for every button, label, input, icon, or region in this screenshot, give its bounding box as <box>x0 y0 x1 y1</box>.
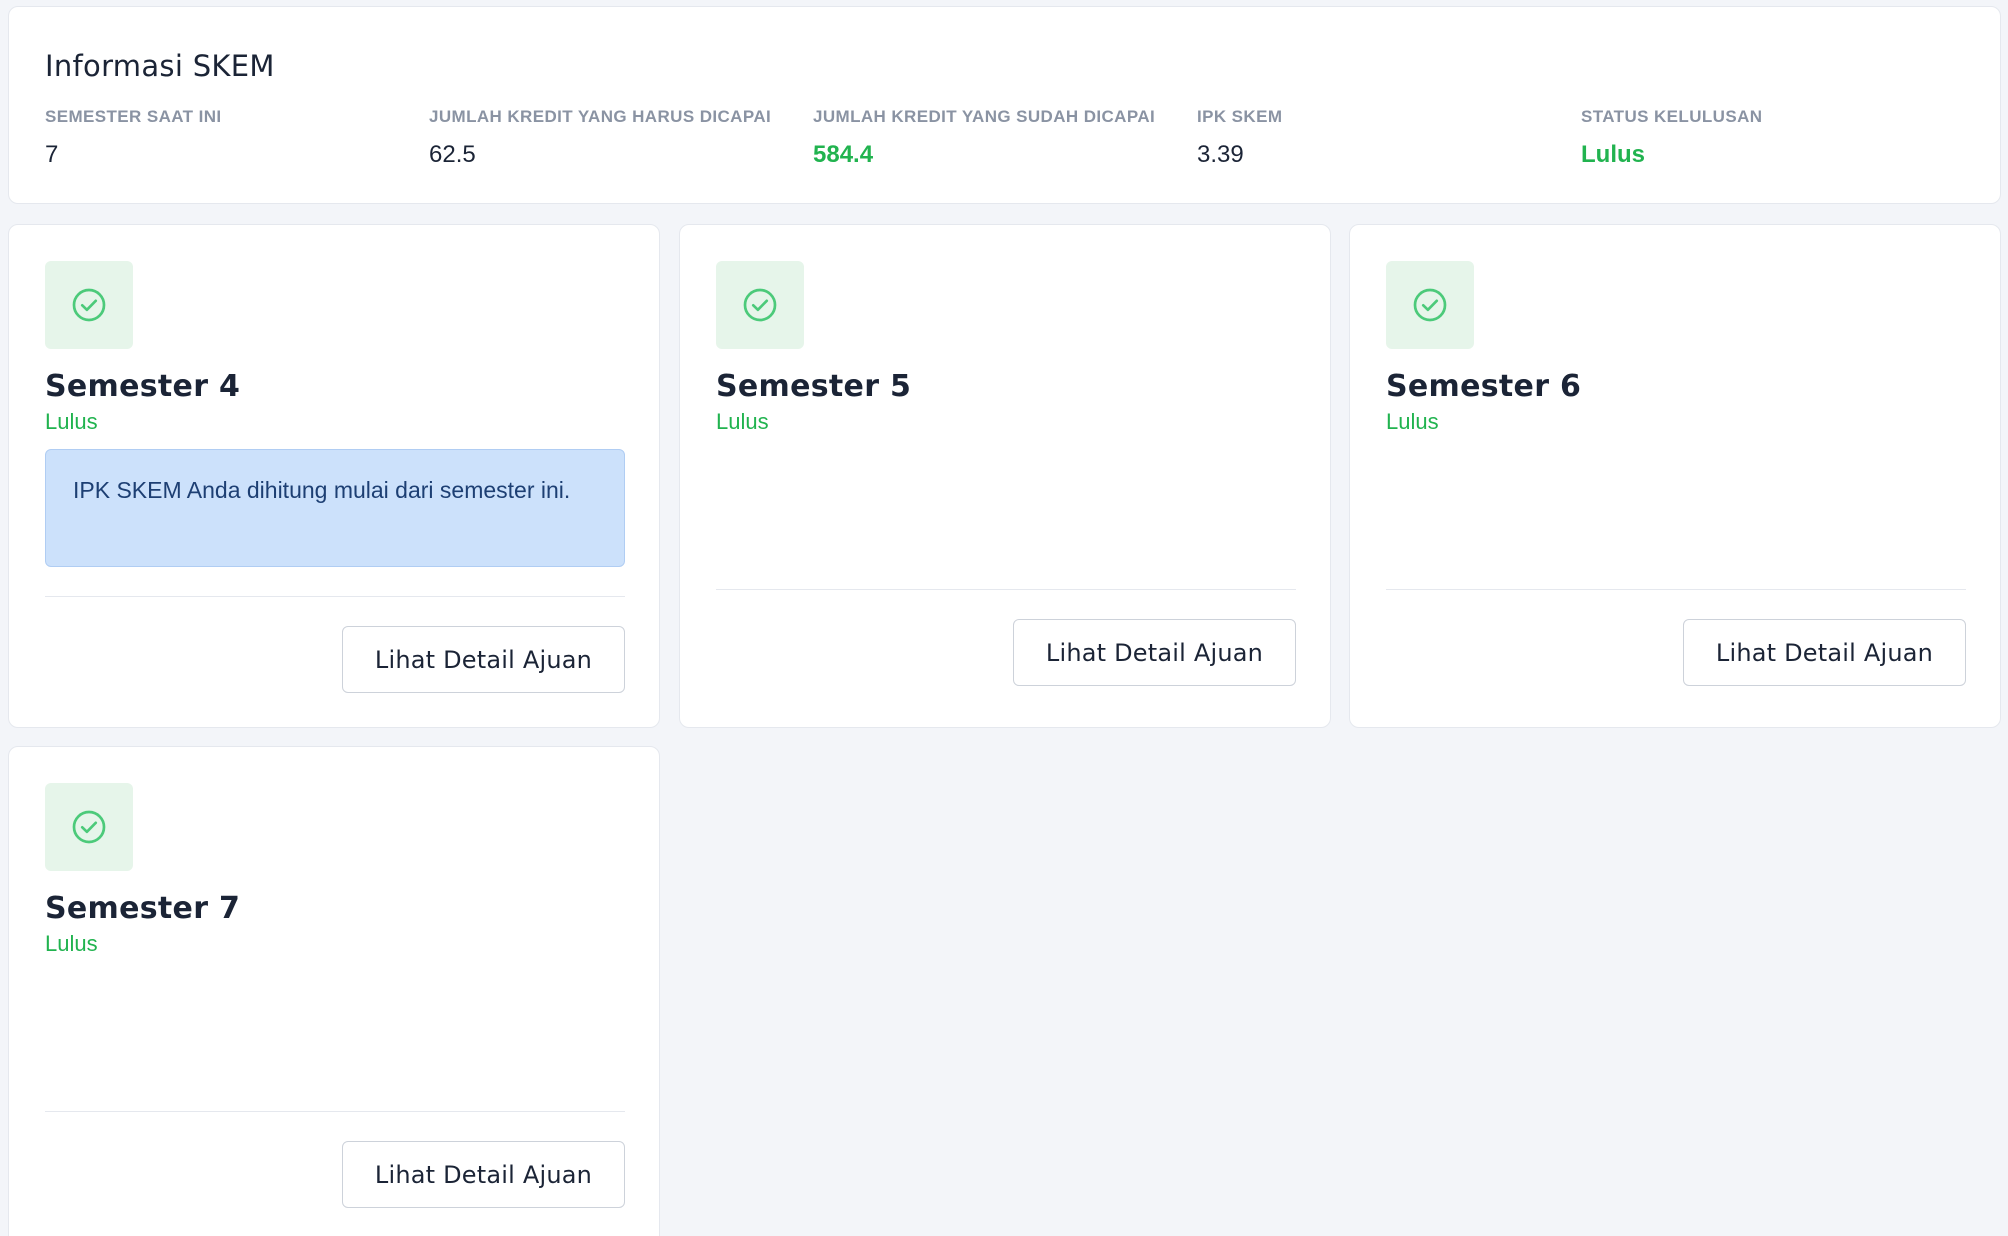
stat-value: 62.5 <box>429 141 476 168</box>
check-circle-icon <box>45 261 133 349</box>
stat-achieved-credits: JUMLAH KREDIT YANG SUDAH DICAPAI 584.4 <box>813 107 1155 169</box>
semester-status: Lulus <box>45 931 98 956</box>
stat-graduation-status: STATUS KELULUSAN Lulus <box>1581 107 1762 169</box>
view-submission-detail-button[interactable]: Lihat Detail Ajuan <box>1683 619 1966 686</box>
semester-card: Semester 6 Lulus Lihat Detail Ajuan <box>1349 224 2001 728</box>
semester-title: Semester 7 <box>45 891 241 926</box>
stat-current-semester: SEMESTER SAAT INI 7 <box>45 107 222 169</box>
check-circle-icon <box>45 783 133 871</box>
info-title: Informasi SKEM <box>45 49 275 83</box>
ipk-start-notice: IPK SKEM Anda dihitung mulai dari semest… <box>45 449 625 567</box>
semester-title: Semester 5 <box>716 369 912 404</box>
semester-title: Semester 6 <box>1386 369 1582 404</box>
view-submission-detail-button[interactable]: Lihat Detail Ajuan <box>1013 619 1296 686</box>
card-divider <box>716 589 1296 590</box>
stat-value: 7 <box>45 141 59 168</box>
stat-required-credits: JUMLAH KREDIT YANG HARUS DICAPAI 62.5 <box>429 107 771 169</box>
stat-value: Lulus <box>1581 141 1645 168</box>
stat-label: SEMESTER SAAT INI <box>45 107 222 126</box>
stat-label: IPK SKEM <box>1197 107 1283 126</box>
card-divider <box>1386 589 1966 590</box>
card-divider <box>45 1111 625 1112</box>
stat-ipk-skem: IPK SKEM 3.39 <box>1197 107 1282 169</box>
semester-status: Lulus <box>45 409 98 434</box>
semester-title: Semester 4 <box>45 369 241 404</box>
stat-label: JUMLAH KREDIT YANG HARUS DICAPAI <box>429 107 772 126</box>
stat-value: 3.39 <box>1197 141 1244 168</box>
semester-card: Semester 4 Lulus IPK SKEM Anda dihitung … <box>8 224 660 728</box>
stat-label: JUMLAH KREDIT YANG SUDAH DICAPAI <box>813 107 1156 126</box>
stat-value: 584.4 <box>813 141 874 168</box>
stat-label: STATUS KELULUSAN <box>1581 107 1763 126</box>
view-submission-detail-button[interactable]: Lihat Detail Ajuan <box>342 626 625 693</box>
skem-info-panel: Informasi SKEM SEMESTER SAAT INI 7 JUMLA… <box>8 6 2001 204</box>
semester-status: Lulus <box>716 409 769 434</box>
semester-status: Lulus <box>1386 409 1439 434</box>
semester-card: Semester 5 Lulus Lihat Detail Ajuan <box>679 224 1331 728</box>
check-circle-icon <box>716 261 804 349</box>
card-divider <box>45 596 625 597</box>
semester-card: Semester 7 Lulus Lihat Detail Ajuan <box>8 746 660 1236</box>
check-circle-icon <box>1386 261 1474 349</box>
view-submission-detail-button[interactable]: Lihat Detail Ajuan <box>342 1141 625 1208</box>
